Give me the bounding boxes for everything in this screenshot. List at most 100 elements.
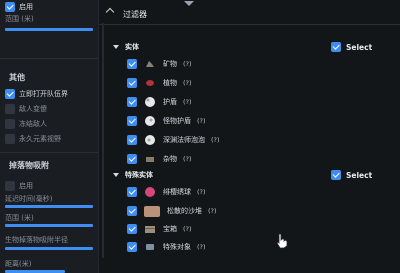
filter-item[interactable]: 绯樱绣球 (?) xyxy=(127,185,206,199)
drop-pull-section-title: 掉落物吸附 xyxy=(9,161,49,170)
item-checkbox[interactable] xyxy=(127,154,137,164)
select-label: Select xyxy=(346,170,373,180)
other-item[interactable]: 永久元素视野 xyxy=(5,133,61,145)
shield-bubble-icon xyxy=(143,96,157,108)
filter-item[interactable]: 特殊对象 (?) xyxy=(127,240,206,254)
enable-label: 启用 xyxy=(19,3,33,11)
collapse-chevron-icon[interactable] xyxy=(105,7,115,17)
item-count: (?) xyxy=(183,98,192,106)
item-count: (?) xyxy=(208,207,217,215)
checkbox[interactable] xyxy=(5,119,15,129)
filter-item[interactable]: 宝箱 (?) xyxy=(127,222,192,236)
item-label: 宝箱 xyxy=(163,225,177,233)
drop-range-label: 范围 (米) xyxy=(5,214,34,222)
checkbox[interactable] xyxy=(5,134,15,144)
other-item[interactable]: 立即打开队伍界 xyxy=(5,88,68,100)
divider xyxy=(0,58,98,59)
range-slider[interactable] xyxy=(5,28,93,31)
header-divider xyxy=(99,24,400,25)
filter-item[interactable]: 怪物护盾 (?) xyxy=(127,114,206,128)
item-checkbox[interactable] xyxy=(127,59,137,69)
item-count: (?) xyxy=(197,188,206,196)
category-header-special-entity[interactable]: 特殊实体 xyxy=(113,168,153,182)
checkbox[interactable] xyxy=(5,89,15,99)
filter-title: 过滤器 xyxy=(123,10,147,19)
filter-item[interactable]: 松散的沙堆 (?) xyxy=(127,204,217,218)
other-item-label: 立即打开队伍界 xyxy=(19,90,68,98)
other-section-title: 其他 xyxy=(9,73,25,82)
item-label: 特殊对象 xyxy=(163,243,191,251)
item-checkbox[interactable] xyxy=(127,206,137,216)
item-label: 怪物护盾 xyxy=(163,117,191,125)
item-label: 杂物 xyxy=(163,155,177,163)
distance-label: 距离(米) xyxy=(5,260,32,268)
divider xyxy=(0,152,98,153)
item-count: (?) xyxy=(183,225,192,233)
item-count: (?) xyxy=(183,155,192,163)
item-count: (?) xyxy=(211,136,220,144)
filter-funnel-icon[interactable] xyxy=(184,1,194,6)
item-checkbox[interactable] xyxy=(127,224,137,234)
filter-item[interactable]: 深渊法师泡泡 (?) xyxy=(127,133,220,147)
item-label: 植物 xyxy=(163,79,177,87)
item-checkbox[interactable] xyxy=(127,242,137,252)
radius-label: 生物掉落物吸附半径 xyxy=(5,236,68,244)
filter-item[interactable]: 杂物 (?) xyxy=(127,152,192,166)
plant-icon xyxy=(143,77,157,89)
other-item-label: 永久元素视野 xyxy=(19,135,61,143)
item-label: 深渊法师泡泡 xyxy=(163,136,205,144)
item-label: 松散的沙堆 xyxy=(167,207,202,215)
abyss-bubble-icon xyxy=(143,134,157,146)
item-checkbox[interactable] xyxy=(127,97,137,107)
item-label: 矿物 xyxy=(163,60,177,68)
select-all-special[interactable]: Select xyxy=(331,170,372,180)
delay-slider[interactable] xyxy=(5,205,93,208)
enable-toggle-row[interactable]: 启用 xyxy=(5,1,33,13)
select-all-entity[interactable]: Select xyxy=(331,42,372,52)
item-label: 护盾 xyxy=(163,98,177,106)
category-header-entity[interactable]: 实体 xyxy=(113,40,139,54)
drop-range-slider[interactable] xyxy=(5,224,93,227)
misc-icon xyxy=(143,153,157,165)
other-item[interactable]: 敌人变傻 xyxy=(5,103,47,115)
category-label: 实体 xyxy=(125,43,139,51)
filter-item[interactable]: 护盾 (?) xyxy=(127,95,192,109)
expand-caret-icon[interactable] xyxy=(113,45,119,49)
radius-slider[interactable] xyxy=(5,247,93,250)
sakura-bloom-icon xyxy=(143,186,157,198)
drop-pull-enable-checkbox[interactable] xyxy=(5,181,15,191)
select-all-checkbox[interactable] xyxy=(331,42,341,52)
expand-caret-icon[interactable] xyxy=(113,173,119,177)
select-all-checkbox[interactable] xyxy=(331,170,341,180)
item-checkbox[interactable] xyxy=(127,78,137,88)
select-label: Select xyxy=(346,42,373,52)
item-count: (?) xyxy=(183,60,192,68)
drop-pull-enable-row[interactable]: 启用 xyxy=(5,180,33,192)
filter-popup: 过滤器 实体 Select 矿物 (?) 植物 (?) 护盾 (?) 怪物护盾 … xyxy=(98,0,400,273)
item-checkbox[interactable] xyxy=(127,116,137,126)
special-object-icon xyxy=(143,241,157,253)
other-item-label: 敌人变傻 xyxy=(19,105,47,113)
scrollbar[interactable] xyxy=(102,23,104,258)
range-label: 范围 (米) xyxy=(5,15,34,23)
item-count: (?) xyxy=(197,117,206,125)
delay-label: 延迟时间(毫秒) xyxy=(5,195,53,203)
hand-cursor-icon xyxy=(276,233,288,249)
item-checkbox[interactable] xyxy=(127,187,137,197)
other-item-label: 冻结敌人 xyxy=(19,120,47,128)
filter-item[interactable]: 矿物 (?) xyxy=(127,57,192,71)
item-checkbox[interactable] xyxy=(127,135,137,145)
ore-icon xyxy=(143,58,157,70)
item-count: (?) xyxy=(197,243,206,251)
category-label: 特殊实体 xyxy=(125,171,153,179)
enable-checkbox[interactable] xyxy=(5,2,15,12)
item-count: (?) xyxy=(183,79,192,87)
chest-icon xyxy=(143,223,157,235)
other-item[interactable]: 冻结敌人 xyxy=(5,118,47,130)
item-label: 绯樱绣球 xyxy=(163,188,191,196)
sand-pile-icon xyxy=(143,205,161,217)
monster-shield-icon xyxy=(143,115,157,127)
checkbox[interactable] xyxy=(5,104,15,114)
filter-item[interactable]: 植物 (?) xyxy=(127,76,192,90)
drop-pull-enable-label: 启用 xyxy=(19,182,33,190)
